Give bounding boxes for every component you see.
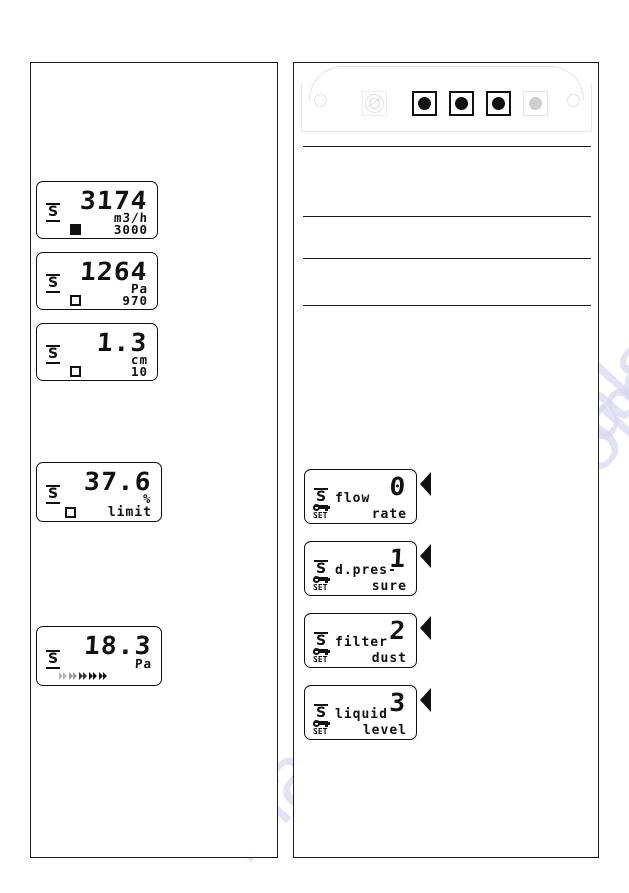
pressure-trend-unit: Pa: [134, 656, 153, 671]
filter-dust-value: 37.6: [83, 467, 153, 496]
key-icon: [313, 720, 330, 728]
menu-index-value: 0: [388, 472, 408, 501]
liquid-level-display: S 1.3 cm 10: [36, 323, 158, 381]
round-button-icon: [418, 97, 431, 110]
selection-pointer-icon: [420, 616, 431, 640]
menu-label-line2: dust: [371, 651, 407, 666]
menu-filter-dust-display: S SET 2 filter dust: [304, 613, 417, 668]
set-label: SET: [313, 583, 328, 592]
power-button[interactable]: [362, 91, 387, 116]
setpoint-indicator-icon: [70, 224, 81, 235]
menu-label-line1: liquid: [335, 707, 388, 722]
pressure-trend-display: S 18.3 Pa: [36, 626, 162, 686]
s-logo-icon: S: [46, 345, 60, 364]
s-logo-icon: S: [314, 488, 328, 507]
setpoint-indicator-icon: [70, 366, 81, 377]
filter-dust-limit-label: limit: [107, 505, 152, 520]
panel-button-2[interactable]: [449, 91, 474, 116]
table-rule-1: [303, 146, 591, 148]
set-label: SET: [313, 655, 328, 664]
key-icon: [313, 648, 330, 656]
filter-dust-unit: %: [143, 491, 153, 506]
s-logo-icon: S: [314, 632, 328, 651]
s-logo-icon: S: [46, 650, 60, 669]
table-rule-3: [303, 258, 591, 260]
d-pressure-setpoint: 970: [122, 293, 148, 308]
screw-right-icon: [567, 94, 580, 107]
selection-pointer-icon: [420, 544, 431, 568]
limit-indicator-icon: [65, 507, 76, 518]
menu-label-line2: sure: [371, 579, 407, 594]
menu-liquid-level-display: S SET 3 liquid level: [304, 685, 417, 740]
set-indicator: SET: [313, 576, 333, 592]
panel-body-outline: [301, 84, 592, 132]
liquid-level-setpoint: 10: [130, 364, 148, 379]
pressure-trend-value: 18.3: [83, 631, 153, 660]
selection-pointer-icon: [420, 472, 431, 496]
right-illustration-panel: S SET 0 flow rate S SET 1 d.pres- sure S…: [293, 62, 599, 858]
filter-dust-limit-display: S 37.6 % limit: [36, 462, 162, 522]
menu-label-line1: flow: [335, 491, 371, 506]
left-illustration-panel: S 3174 m3/h 3000 S 1264 Pa 970 S 1.3 cm …: [30, 62, 278, 858]
s-logo-icon: S: [314, 704, 328, 723]
panel-button-3[interactable]: [486, 91, 511, 116]
key-icon: [313, 576, 330, 584]
trend-chevrons-icon: [59, 672, 107, 681]
set-indicator: SET: [313, 648, 333, 664]
table-rule-2: [303, 216, 591, 218]
s-logo-icon: S: [46, 274, 60, 293]
controller-front-panel: [301, 66, 592, 132]
flow-rate-display: S 3174 m3/h 3000: [36, 181, 158, 239]
menu-flow-rate-display: S SET 0 flow rate: [304, 469, 417, 524]
round-button-icon: [492, 97, 505, 110]
round-button-icon: [529, 97, 542, 110]
differential-pressure-display: S 1264 Pa 970: [36, 252, 158, 310]
s-logo-icon: S: [314, 560, 328, 579]
flow-rate-setpoint: 3000: [113, 222, 148, 237]
power-icon: [365, 94, 384, 113]
menu-index-value: 3: [388, 688, 408, 717]
screw-left-icon: [314, 94, 327, 107]
panel-button-4[interactable]: [523, 91, 548, 116]
set-indicator: SET: [313, 504, 333, 520]
set-indicator: SET: [313, 720, 333, 736]
menu-label-line2: rate: [371, 507, 407, 522]
panel-button-1[interactable]: [412, 91, 437, 116]
set-label: SET: [313, 511, 328, 520]
menu-label-line1: filter: [335, 635, 388, 650]
menu-label-line1: d.pres-: [335, 563, 397, 578]
s-logo-icon: S: [46, 203, 60, 222]
table-rule-4: [303, 305, 591, 307]
s-logo-icon: S: [46, 485, 60, 504]
menu-d-pressure-display: S SET 1 d.pres- sure: [304, 541, 417, 596]
menu-label-line2: level: [362, 723, 407, 738]
setpoint-indicator-icon: [70, 295, 81, 306]
key-icon: [313, 504, 330, 512]
menu-index-value: 2: [388, 616, 408, 645]
round-button-icon: [455, 97, 468, 110]
selection-pointer-icon: [420, 688, 431, 712]
set-label: SET: [313, 727, 328, 736]
